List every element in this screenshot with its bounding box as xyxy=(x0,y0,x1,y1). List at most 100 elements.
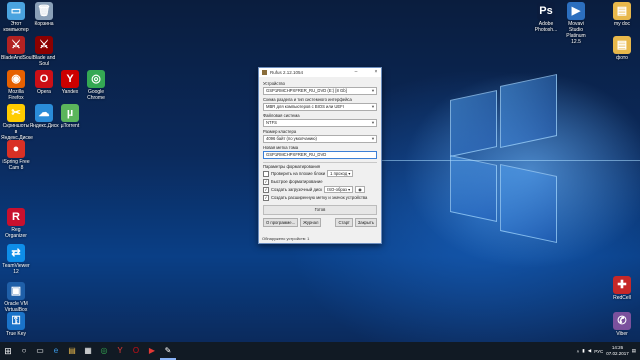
close-button[interactable]: Закрыть xyxy=(354,218,377,227)
quick-format-label: Быстрое форматирование xyxy=(271,179,323,184)
desktop-icon-left-3[interactable]: ⚔ Blade and Soul xyxy=(29,36,59,67)
folder-icon: ▤ xyxy=(613,2,631,20)
yandex-icon[interactable]: Y xyxy=(112,342,128,360)
desktop-icon-label: µTorrent xyxy=(60,123,80,129)
taskbar: ⊞ ○ ▭ e ▤ ▦ ◎ Y O ▶ ✎ ˄ ▮ ◀ РУС 14:26 07… xyxy=(0,342,640,360)
desktop-icon-label: Этот компьютер xyxy=(3,21,29,33)
title-bar[interactable]: Rufus 2.12.1054 – × xyxy=(259,68,381,77)
device-select[interactable]: GSP1RMCHPXFRER_RU_DVD (E:) [8 Gb] ▼ xyxy=(263,87,377,95)
desktop-icon-left-15[interactable]: ⚿ True Key xyxy=(1,312,31,337)
disc-icon[interactable]: ◉ xyxy=(355,186,365,193)
scheme-select[interactable]: MBR для компьютеров с BIOS или UEFI ▼ xyxy=(263,103,377,111)
desktop-icon-left-12[interactable]: R Reg Organizer xyxy=(1,208,31,239)
bad-blocks-label: Проверить на плохие блоки xyxy=(271,171,326,176)
network-icon[interactable]: ▮ xyxy=(582,348,584,354)
explorer-icon[interactable]: ▤ xyxy=(64,342,80,360)
clock[interactable]: 14:26 07.02.2017 xyxy=(606,345,629,357)
desktop-icon-label: TeamViewer 12 xyxy=(2,263,30,275)
devices-found: Обнаружено устройств: 1 xyxy=(262,236,310,241)
scheme-value: MBR для компьютеров с BIOS или UEFI xyxy=(266,104,344,109)
virtualbox-icon: ▣ xyxy=(7,282,25,300)
edge-icon[interactable]: e xyxy=(48,342,64,360)
wallpaper-pane xyxy=(450,90,497,157)
chevron-down-icon: ▾ xyxy=(348,171,351,176)
desktop-icon-left-0[interactable]: ▭ Этот компьютер xyxy=(1,2,31,33)
desktop-icon-left-13[interactable]: ⇄ TeamViewer 12 xyxy=(1,244,31,275)
bootable-row: ✓ Создать загрузочный диск ISO-образ ▾ ◉ xyxy=(263,186,377,193)
volume-value: GSP1RMCHPXFRER_RU_DVD xyxy=(266,152,327,157)
fs-value: NTFS xyxy=(266,120,277,125)
desktop-icon-right-4[interactable]: ✚ RedCell xyxy=(607,276,637,301)
language-indicator[interactable]: РУС xyxy=(594,349,603,354)
teamviewer-icon: ⇄ xyxy=(7,244,25,262)
utorrent-icon: µ xyxy=(61,104,79,122)
desktop-icon-label: фото xyxy=(616,55,628,61)
fs-select[interactable]: NTFS ▼ xyxy=(263,119,377,127)
reg-organizer-icon: R xyxy=(7,208,25,226)
opera-icon[interactable]: O xyxy=(128,342,144,360)
desktop-icon-label: Blade and Soul xyxy=(32,55,56,67)
log-button[interactable]: Журнал xyxy=(300,218,322,227)
chevron-down-icon: ▼ xyxy=(371,104,375,109)
volume-icon[interactable]: ◀ xyxy=(588,348,591,354)
desktop-icon-left-4[interactable]: ◉ Mozilla Firefox xyxy=(1,70,31,101)
desktop-icon-left-8[interactable]: ✂ Скриншоты в Яндекс.Диске xyxy=(1,104,33,141)
close-icon[interactable]: × xyxy=(371,68,381,77)
task-view-icon[interactable]: ▭ xyxy=(32,342,48,360)
true-key-icon: ⚿ xyxy=(7,312,25,330)
quick-format-row: ✓ Быстрое форматирование xyxy=(263,178,377,185)
recycle-bin-icon: 🗑 xyxy=(35,2,53,20)
volume-input[interactable]: GSP1RMCHPXFRER_RU_DVD xyxy=(263,151,377,159)
desktop-icon-left-10[interactable]: µ µTorrent xyxy=(55,104,85,129)
desktop-icon-label: Reg Organizer xyxy=(5,227,27,239)
iso-value: ISO-образ xyxy=(327,187,347,192)
wallpaper-pane xyxy=(450,155,497,222)
desktop-icon-right-1[interactable]: ▶ Movavi Studio Platinum 12.5 xyxy=(561,2,591,45)
passes-value: 1 проход xyxy=(330,171,348,176)
status-bar: Готов xyxy=(263,205,377,215)
bootable-checkbox[interactable]: ✓ xyxy=(263,186,269,193)
store-icon[interactable]: ▦ xyxy=(80,342,96,360)
desktop-icon-right-5[interactable]: ✆ Viber xyxy=(607,312,637,337)
chevron-up-icon[interactable]: ˄ xyxy=(577,349,580,354)
desktop-icon-right-0[interactable]: Ps Adobe Photosh... xyxy=(531,2,561,33)
desktop-icon-left-14[interactable]: ▣ Oracle VM VirtualBox xyxy=(1,282,31,313)
iso-select[interactable]: ISO-образ ▾ xyxy=(324,186,354,193)
ispring-icon: ● xyxy=(7,140,25,158)
extended-label-checkbox[interactable]: ✓ xyxy=(263,194,269,201)
start-menu-icon[interactable]: ⊞ xyxy=(0,342,16,360)
computer-icon: ▭ xyxy=(7,2,25,20)
movavi-icon[interactable]: ▶ xyxy=(144,342,160,360)
yandex-icon: Y xyxy=(61,70,79,88)
desktop-icon-label: Movavi Studio Platinum 12.5 xyxy=(566,21,586,45)
minimize-icon[interactable]: – xyxy=(351,68,361,77)
desktop-icon-left-2[interactable]: ⚔ BladeAndSoul xyxy=(1,36,33,61)
desktop-icon-left-11[interactable]: ● iSpring Free Cam 8 xyxy=(1,140,31,171)
folder-icon: ▤ xyxy=(613,36,631,54)
notifications-icon[interactable]: ▤ xyxy=(632,348,636,354)
fs-label: Файловая система xyxy=(263,113,300,118)
format-options-label: Параметры форматирования xyxy=(263,164,321,169)
search-icon[interactable]: ○ xyxy=(16,342,32,360)
redcell-icon: ✚ xyxy=(613,276,631,294)
desktop-icon-left-7[interactable]: ◎ Google Chrome xyxy=(81,70,111,101)
wallpaper-pane xyxy=(500,73,557,149)
desktop-icon-left-1[interactable]: 🗑 Корзина xyxy=(29,2,59,27)
rufus-taskbar-icon[interactable]: ✎ xyxy=(160,342,176,360)
desktop-icon-right-2[interactable]: ▤ my doc xyxy=(607,2,637,27)
chrome-icon[interactable]: ◎ xyxy=(96,342,112,360)
chevron-down-icon: ▼ xyxy=(371,88,375,93)
bad-blocks-row: Проверить на плохие блоки 1 проход ▾ xyxy=(263,170,377,177)
about-button[interactable]: О программе... xyxy=(263,218,299,227)
cluster-select[interactable]: 4096 байт (по умолчанию) ▼ xyxy=(263,135,377,143)
quick-format-checkbox[interactable]: ✓ xyxy=(263,178,269,185)
desktop-icon-label: RedCell xyxy=(613,295,631,301)
wallpaper-pane xyxy=(500,163,557,244)
scheme-label: Схема раздела и тип системного интерфейс… xyxy=(263,97,352,102)
bladeandsoul-icon: ⚔ xyxy=(7,36,25,54)
desktop-icon-right-3[interactable]: ▤ фото xyxy=(607,36,637,61)
bad-blocks-checkbox[interactable] xyxy=(263,170,269,177)
start-button[interactable]: Старт xyxy=(335,218,353,227)
volume-label: Новая метка тома xyxy=(263,145,299,150)
passes-select[interactable]: 1 проход ▾ xyxy=(327,170,354,177)
